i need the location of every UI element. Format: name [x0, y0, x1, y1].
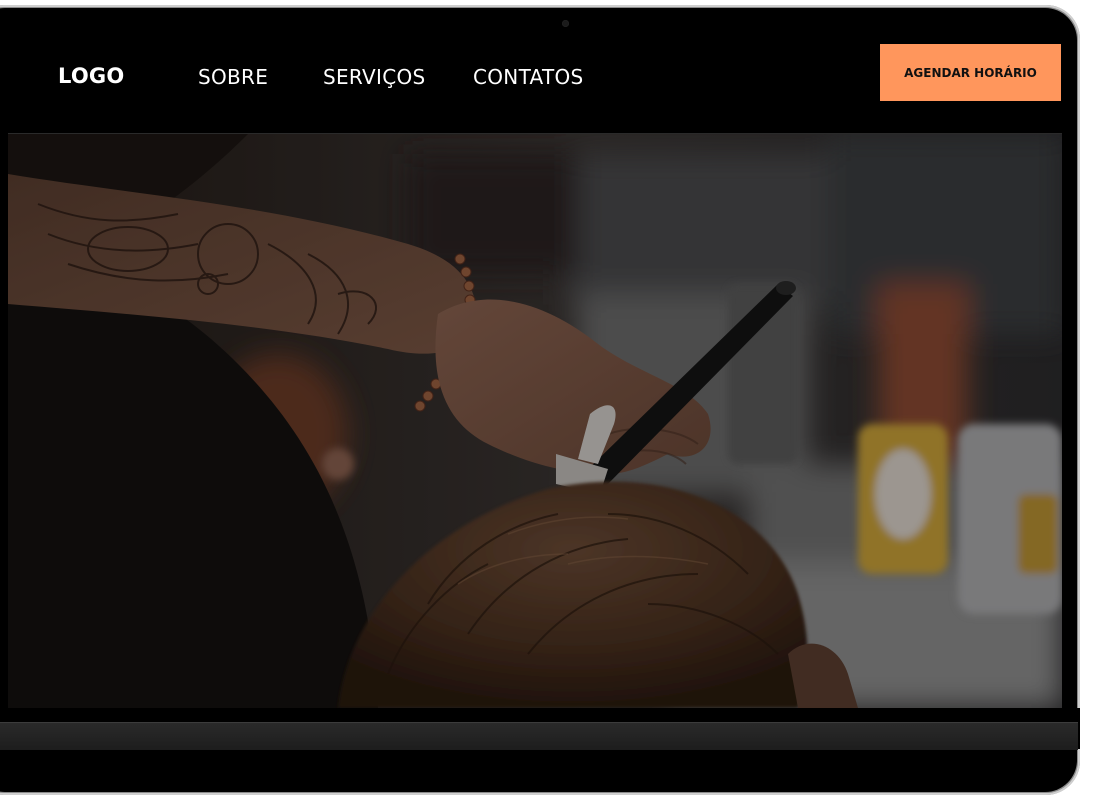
website-screen: LOGO SOBRE SERVIÇOS CONTATOS AGENDAR HOR…: [0, 0, 1101, 750]
book-appointment-button[interactable]: AGENDAR HORÁRIO: [880, 44, 1061, 101]
laptop-base: [0, 722, 1078, 750]
nav-link-servicos[interactable]: SERVIÇOS: [323, 65, 426, 89]
nav-link-sobre[interactable]: SOBRE: [198, 65, 268, 89]
navbar: LOGO SOBRE SERVIÇOS CONTATOS AGENDAR HOR…: [0, 0, 1101, 134]
logo[interactable]: LOGO: [58, 64, 124, 88]
nav-link-contatos[interactable]: CONTATOS: [473, 65, 584, 89]
hero-image: [8, 134, 1062, 708]
hero-overlay: [8, 134, 1062, 708]
